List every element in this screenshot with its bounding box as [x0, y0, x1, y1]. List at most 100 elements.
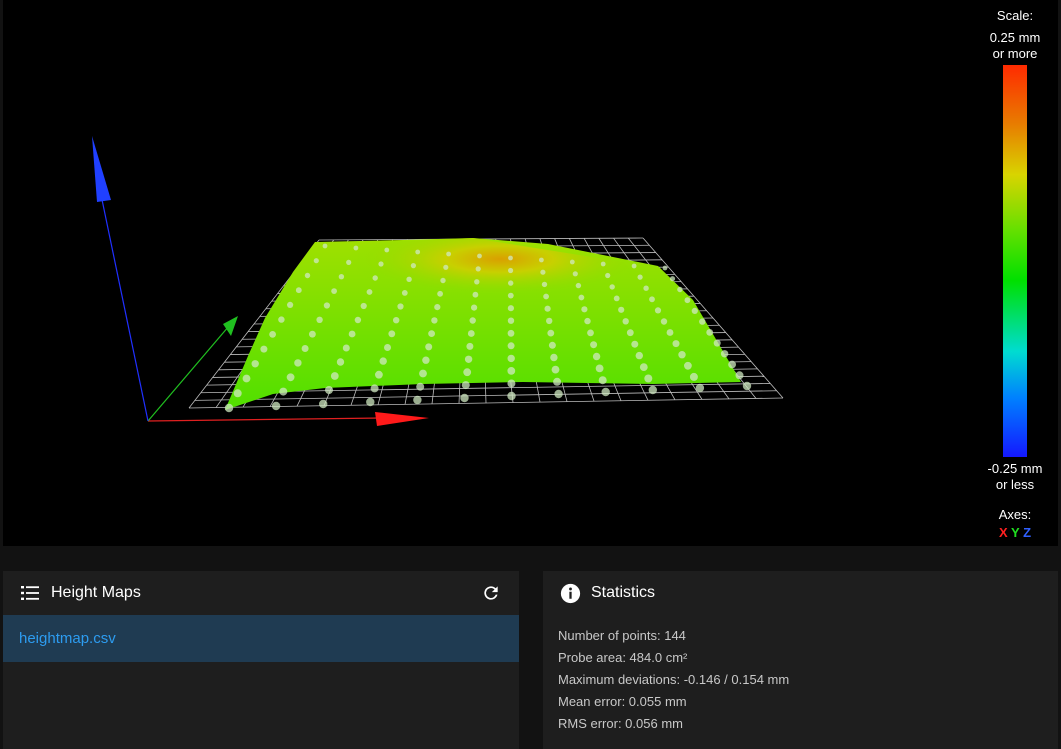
scale-max-suffix: or more	[992, 46, 1038, 61]
probe-point	[540, 269, 546, 275]
probe-point	[547, 329, 555, 337]
probe-point	[643, 285, 649, 291]
probe-point	[631, 340, 639, 348]
probe-point	[325, 386, 333, 394]
probe-point	[553, 377, 562, 386]
probe-point	[654, 307, 662, 314]
probe-point	[544, 305, 551, 312]
scale-min-value: -0.25 mm	[987, 461, 1043, 476]
scale-max-label: 0.25 mm or more	[982, 30, 1048, 62]
probe-point	[569, 259, 575, 265]
statistics-card: Statistics Number of points: 144 Probe a…	[543, 571, 1058, 749]
probe-point	[375, 370, 383, 379]
probe-point	[507, 367, 516, 375]
probe-point	[477, 253, 482, 259]
probe-point	[472, 291, 479, 298]
probe-point	[322, 243, 328, 249]
probe-point	[592, 352, 601, 361]
probe-point	[443, 264, 449, 270]
heightmap-scene[interactable]	[3, 0, 1058, 546]
probe-point	[706, 329, 714, 336]
probe-point	[649, 296, 655, 303]
probe-point	[471, 304, 478, 311]
probe-point	[507, 292, 514, 299]
probe-point	[342, 344, 350, 352]
probe-point	[353, 245, 359, 251]
probe-point	[507, 391, 516, 401]
probe-point	[360, 302, 367, 310]
probe-point	[735, 371, 744, 380]
probe-point	[330, 372, 339, 380]
axis-x-label: X	[998, 525, 1008, 540]
probe-point	[508, 267, 514, 274]
statistics-title: Statistics	[591, 584, 656, 601]
probe-point	[384, 247, 390, 253]
stat-mean-error: Mean error: 0.055 mm	[558, 694, 687, 709]
probe-point	[660, 318, 668, 325]
probe-point	[397, 303, 404, 310]
probe-point	[233, 389, 242, 398]
axis-z-label: Z	[1023, 525, 1032, 540]
probe-point	[271, 401, 281, 411]
probe-point	[251, 360, 259, 368]
probe-point	[467, 330, 475, 337]
heightmap-file-name[interactable]: heightmap.csv	[19, 630, 116, 647]
heightmap-3d-viewer[interactable]: Scale: 0.25 mm or more -0.25 mm or less …	[3, 0, 1058, 546]
probe-point	[336, 358, 345, 366]
probe-point	[543, 293, 549, 300]
probe-point	[684, 297, 691, 304]
probe-point	[316, 316, 323, 323]
probe-point	[507, 305, 514, 312]
heightmap-file-item[interactable]: heightmap.csv	[3, 615, 519, 662]
probe-point	[323, 302, 330, 309]
probe-point	[648, 385, 657, 395]
probe-point	[635, 351, 643, 360]
probe-point	[637, 274, 643, 280]
probe-point	[475, 266, 481, 272]
probe-point	[550, 353, 558, 362]
probe-point	[605, 272, 611, 279]
probe-point	[413, 395, 422, 405]
probe-point	[463, 368, 472, 377]
probe-point	[695, 383, 705, 393]
probe-point	[669, 276, 676, 282]
probe-point	[384, 344, 391, 351]
axes-title: Axes:	[998, 507, 1032, 522]
probe-point	[626, 329, 634, 337]
x-axis-line	[147, 417, 384, 422]
probe-point	[572, 271, 578, 277]
probe-point	[269, 331, 276, 338]
probe-point	[242, 374, 251, 383]
probe-point	[546, 317, 553, 325]
stat-probe-area: Probe area: 484.0 cm²	[558, 650, 688, 665]
probe-point	[684, 361, 692, 370]
probe-point	[728, 360, 736, 369]
probe-point	[601, 387, 610, 397]
refresh-icon[interactable]	[479, 581, 503, 605]
probe-point	[666, 329, 674, 336]
probe-point	[639, 363, 648, 371]
probe-point	[466, 342, 474, 350]
probe-point	[598, 376, 607, 385]
probe-point	[618, 306, 625, 313]
probe-point	[584, 317, 591, 325]
probe-point	[678, 351, 686, 359]
probe-point	[440, 277, 446, 284]
probe-point	[437, 290, 443, 297]
probe-point	[278, 316, 285, 323]
probe-point	[541, 281, 548, 288]
probe-point	[689, 372, 698, 381]
probe-point	[406, 276, 412, 282]
info-icon	[559, 582, 581, 604]
probe-point	[713, 339, 721, 347]
probe-point	[393, 317, 400, 324]
probe-point	[622, 318, 629, 325]
axes-letters: X Y Z	[982, 525, 1048, 541]
scale-color-bar	[1003, 65, 1027, 457]
stat-number-of-points: Number of points: 144	[558, 628, 686, 643]
probe-point	[720, 350, 729, 358]
axis-y-label: Y	[1011, 525, 1020, 540]
probe-point	[313, 258, 319, 264]
list-icon	[19, 582, 41, 604]
probe-point	[672, 340, 680, 348]
